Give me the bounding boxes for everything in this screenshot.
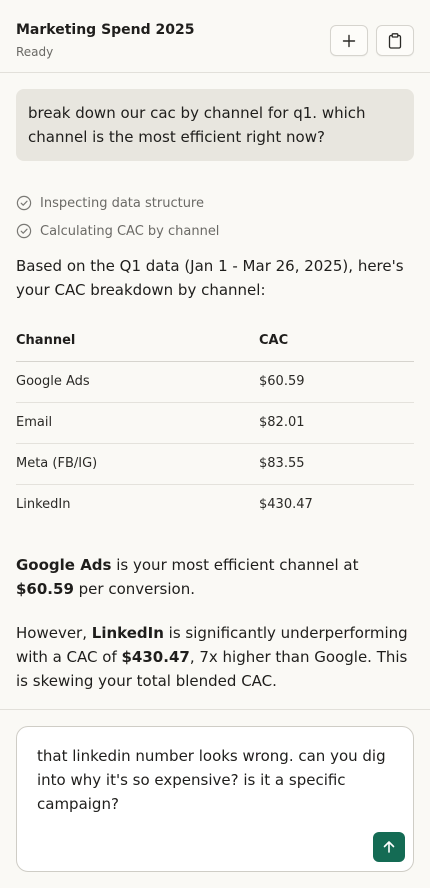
- table-row: LinkedIn $430.47: [16, 485, 414, 526]
- send-button[interactable]: [373, 832, 405, 862]
- arrow-up-icon: [383, 841, 395, 853]
- step-inspecting: Inspecting data structure: [16, 193, 204, 213]
- highlight-channel: Google Ads: [16, 556, 112, 574]
- composer-divider: [0, 709, 430, 710]
- table-row: Email $82.01: [16, 403, 414, 444]
- cac-cell: $430.47: [259, 497, 313, 512]
- table-header: Channel CAC: [16, 321, 414, 362]
- column-header-channel: Channel: [16, 333, 76, 348]
- response-underperforming-note: However, LinkedIn is significantly under…: [16, 621, 414, 693]
- channel-cell: Google Ads: [16, 374, 90, 389]
- page-title: Marketing Spend 2025: [16, 22, 195, 38]
- highlight-channel: LinkedIn: [91, 624, 164, 642]
- table-row: Google Ads $60.59: [16, 362, 414, 403]
- message-input[interactable]: that linkedin number looks wrong. can yo…: [37, 744, 387, 816]
- response-efficiency-note: Google Ads is your most efficient channe…: [16, 553, 414, 601]
- check-circle-icon: [16, 195, 32, 211]
- step-label: Calculating CAC by channel: [40, 223, 220, 239]
- cac-table: Channel CAC Google Ads $60.59 Email $82.…: [16, 321, 414, 526]
- response-text: per conversion.: [73, 580, 195, 598]
- cac-cell: $60.59: [259, 374, 305, 389]
- cac-cell: $83.55: [259, 456, 305, 471]
- channel-cell: Email: [16, 415, 53, 430]
- status-text: Ready: [16, 45, 54, 59]
- message-composer[interactable]: that linkedin number looks wrong. can yo…: [16, 726, 414, 872]
- column-header-cac: CAC: [259, 333, 289, 348]
- channel-cell: LinkedIn: [16, 497, 71, 512]
- new-chat-button[interactable]: [330, 25, 368, 56]
- highlight-value: $430.47: [121, 648, 190, 666]
- highlight-value: $60.59: [16, 580, 74, 598]
- cac-cell: $82.01: [259, 415, 305, 430]
- clipboard-icon: [388, 32, 402, 49]
- clipboard-button[interactable]: [376, 25, 414, 56]
- plus-icon: [342, 34, 356, 47]
- response-intro: Based on the Q1 data (Jan 1 - Mar 26, 20…: [16, 257, 404, 299]
- step-calculating: Calculating CAC by channel: [16, 221, 219, 241]
- user-message-bubble: break down our cac by channel for q1. wh…: [16, 89, 414, 161]
- app-header: Marketing Spend 2025 Ready: [0, 0, 430, 73]
- table-row: Meta (FB/IG) $83.55: [16, 444, 414, 485]
- channel-cell: Meta (FB/IG): [16, 456, 98, 471]
- check-circle-icon: [16, 223, 32, 239]
- response-text: is your most efficient channel at: [111, 556, 359, 574]
- step-label: Inspecting data structure: [40, 195, 204, 211]
- response-text: However,: [16, 624, 92, 642]
